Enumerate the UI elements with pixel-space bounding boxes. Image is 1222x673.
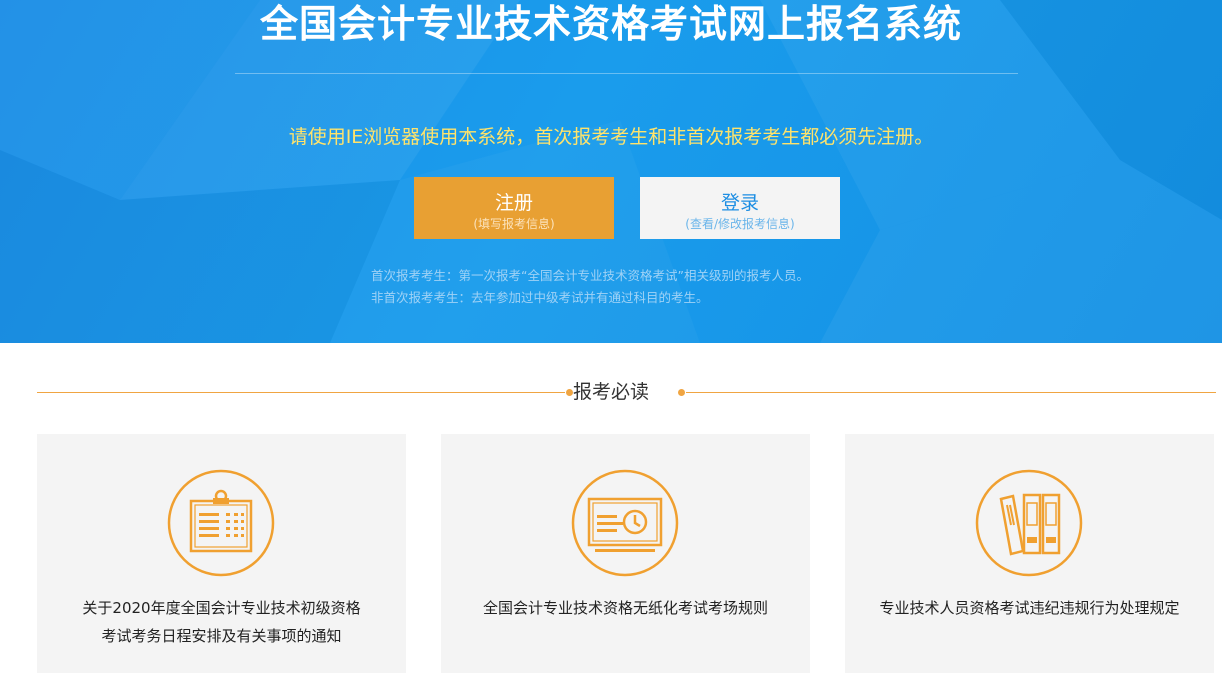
register-button-label: 注册 [494, 192, 533, 214]
notice-card-line: 考试考务日程安排及有关事项的通知 [101, 627, 342, 645]
hero-banner: 全国会计专业技术资格考试网上报名系统 请使用IE浏览器使用本系统，首次报考考生和… [0, 0, 1222, 343]
login-button-label: 登录 [720, 192, 759, 214]
returning-candidate-note: 非首次报考考生：去年参加过中级考试并有通过科目的考生。 [371, 290, 709, 305]
notice-card-text: 专业技术人员资格考试违纪违规行为处理规定 [845, 594, 1214, 622]
notice-card-line: 全国会计专业技术资格无纸化考试考场规则 [482, 599, 768, 617]
section-divider-right [686, 392, 1216, 393]
section-header: 报考必读 [0, 343, 1222, 433]
binders-icon [975, 469, 1083, 577]
notice-card-violation-rules[interactable]: 专业技术人员资格考试违纪违规行为处理规定 [845, 434, 1214, 673]
browser-notice: 请使用IE浏览器使用本系统，首次报考考生和非首次报考考生都必须先注册。 [288, 126, 934, 148]
login-button-sublabel: (查看/修改报考信息) [685, 217, 795, 231]
notice-card-exam-schedule[interactable]: 关于2020年度全国会计专业技术初级资格 考试考务日程安排及有关事项的通知 [37, 434, 406, 673]
login-button[interactable]: 登录 (查看/修改报考信息) [640, 177, 840, 239]
notice-card-line: 专业技术人员资格考试违纪违规行为处理规定 [879, 599, 1180, 617]
section-dot-right [678, 389, 685, 396]
notice-card-text: 全国会计专业技术资格无纸化考试考场规则 [441, 594, 810, 622]
first-time-candidate-note: 首次报考考生：第一次报考“全国会计专业技术资格考试”相关级别的报考人员。 [371, 268, 809, 283]
title-divider [235, 73, 1018, 74]
notice-card-text: 关于2020年度全国会计专业技术初级资格 考试考务日程安排及有关事项的通知 [37, 594, 406, 650]
monitor-clock-icon [571, 469, 679, 577]
notice-card-line: 关于2020年度全国会计专业技术初级资格 [82, 599, 361, 617]
page-title: 全国会计专业技术资格考试网上报名系统 [259, 2, 962, 46]
notice-card-exam-room-rules[interactable]: 全国会计专业技术资格无纸化考试考场规则 [441, 434, 810, 673]
register-button-sublabel: (填写报考信息) [473, 217, 555, 231]
register-button[interactable]: 注册 (填写报考信息) [414, 177, 614, 239]
calendar-schedule-icon [167, 469, 275, 577]
